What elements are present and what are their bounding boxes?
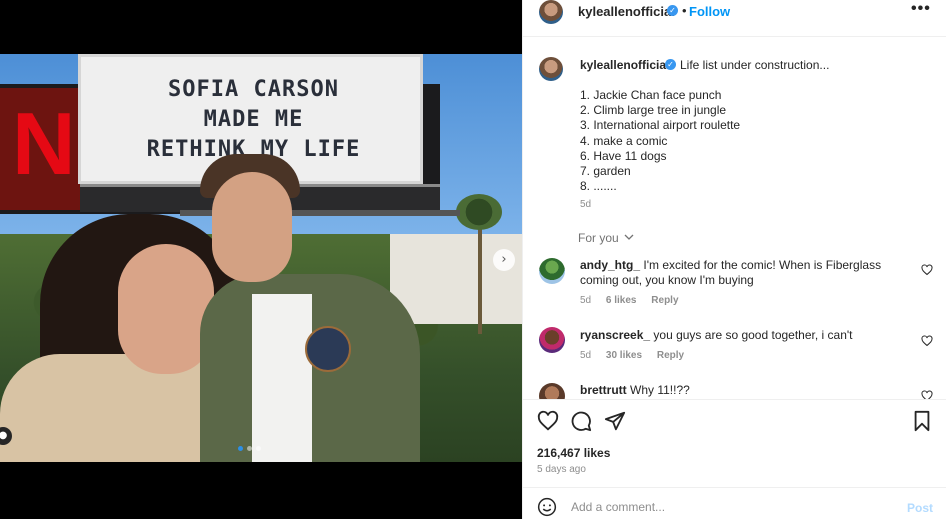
carousel-dot (256, 446, 261, 451)
comment-bubble-icon[interactable] (570, 410, 592, 432)
header-separator: • (682, 3, 687, 18)
list-item: 8. ....... (580, 179, 617, 194)
post-photo: N SOFIA CARSON MADE ME RETHINK MY LIFE (0, 54, 522, 462)
comment-likes[interactable]: 30 likes (606, 350, 642, 361)
comment-sort-dropdown[interactable]: For you (578, 231, 634, 245)
comment-avatar[interactable] (539, 258, 565, 284)
comment-body: Why 11!!?? (630, 383, 690, 397)
comment-avatar[interactable] (539, 383, 565, 399)
caption-timestamp[interactable]: 5d (580, 199, 591, 210)
netflix-logo: N (12, 94, 76, 193)
comment-username[interactable]: brettrutt (580, 383, 627, 397)
list-item: 4. make a comic (580, 133, 668, 148)
reply-button[interactable]: Reply (657, 350, 684, 361)
list-item: 3. International airport roulette (580, 118, 741, 133)
comment-username[interactable]: ryanscreek_ (580, 328, 650, 342)
more-options-icon[interactable]: ••• (911, 0, 931, 18)
save-bookmark-icon[interactable] (911, 410, 933, 432)
post-panel: kyleallenofficial ✓ • Follow ••• kyleall… (522, 0, 946, 519)
list-item: 7. garden (580, 163, 631, 178)
building (390, 234, 522, 324)
list-item: 1. Jackie Chan face punch (580, 88, 722, 102)
comment-sort-label: For you (578, 231, 619, 245)
share-send-icon[interactable] (604, 410, 626, 432)
comment-item: brettrutt Why 11!!?? (523, 382, 946, 399)
comment-time[interactable]: 5d (580, 295, 591, 306)
comment-meta: 5d 30 likes Reply (580, 350, 696, 361)
heart-icon[interactable] (921, 390, 933, 399)
post-comment-button[interactable]: Post (907, 501, 933, 515)
heart-icon[interactable] (921, 264, 933, 276)
carousel-dot (238, 446, 243, 451)
likes-count[interactable]: 216,467 likes (537, 446, 610, 460)
comment-meta: 5d 6 likes Reply (580, 295, 691, 306)
palm-tree (478, 214, 482, 334)
caption-avatar[interactable] (539, 57, 563, 81)
comment-username[interactable]: andy_htg_ (580, 258, 640, 272)
post-timestamp[interactable]: 5 days ago (537, 464, 586, 475)
like-heart-icon[interactable] (537, 410, 559, 432)
comment-text: ryanscreek_ you guys are so good togethe… (580, 328, 920, 343)
person-right-face (212, 172, 292, 282)
person-right-shirt (252, 294, 312, 462)
jacket-patch (305, 326, 351, 372)
caption-username[interactable]: kyleallenofficial (580, 58, 669, 72)
billboard-line: MADE ME (203, 107, 304, 132)
carousel-dot (247, 446, 252, 451)
verified-badge-icon: ✓ (667, 5, 678, 16)
caption-text: Life list under construction... (680, 58, 830, 72)
add-comment-input[interactable] (571, 500, 891, 514)
heart-icon[interactable] (921, 335, 933, 347)
comment-time[interactable]: 5d (580, 350, 591, 361)
caption-list: 1. Jackie Chan face punch 2. Climb large… (580, 88, 740, 194)
chevron-down-icon (624, 234, 634, 240)
comment-text: brettrutt Why 11!!?? (580, 383, 920, 398)
billboard-line: SOFIA CARSON (168, 77, 339, 102)
carousel-dots (238, 446, 261, 451)
post-media: N SOFIA CARSON MADE ME RETHINK MY LIFE ›… (0, 0, 522, 519)
header-username[interactable]: kyleallenofficial (578, 4, 675, 19)
comment-text: andy_htg_ I'm excited for the comic! Whe… (580, 258, 920, 288)
reply-button[interactable]: Reply (651, 295, 678, 306)
comment-likes[interactable]: 6 likes (606, 295, 637, 306)
avatar[interactable] (539, 0, 563, 24)
comment-body: you guys are so good together, i can't (653, 328, 853, 342)
emoji-icon[interactable] (537, 497, 557, 517)
next-slide-button[interactable]: › (493, 249, 515, 271)
post-header: kyleallenofficial ✓ • Follow ••• (523, 0, 946, 37)
list-item: 6. Have 11 dogs (580, 148, 667, 163)
palm-tree-top (456, 194, 502, 230)
person-left-body (0, 354, 230, 462)
comment-avatar[interactable] (539, 327, 565, 353)
list-item: 2. Climb large tree in jungle (580, 103, 727, 118)
verified-badge-icon: ✓ (665, 59, 676, 70)
divider (523, 487, 946, 488)
divider (523, 399, 946, 400)
follow-button[interactable]: Follow (689, 4, 730, 19)
